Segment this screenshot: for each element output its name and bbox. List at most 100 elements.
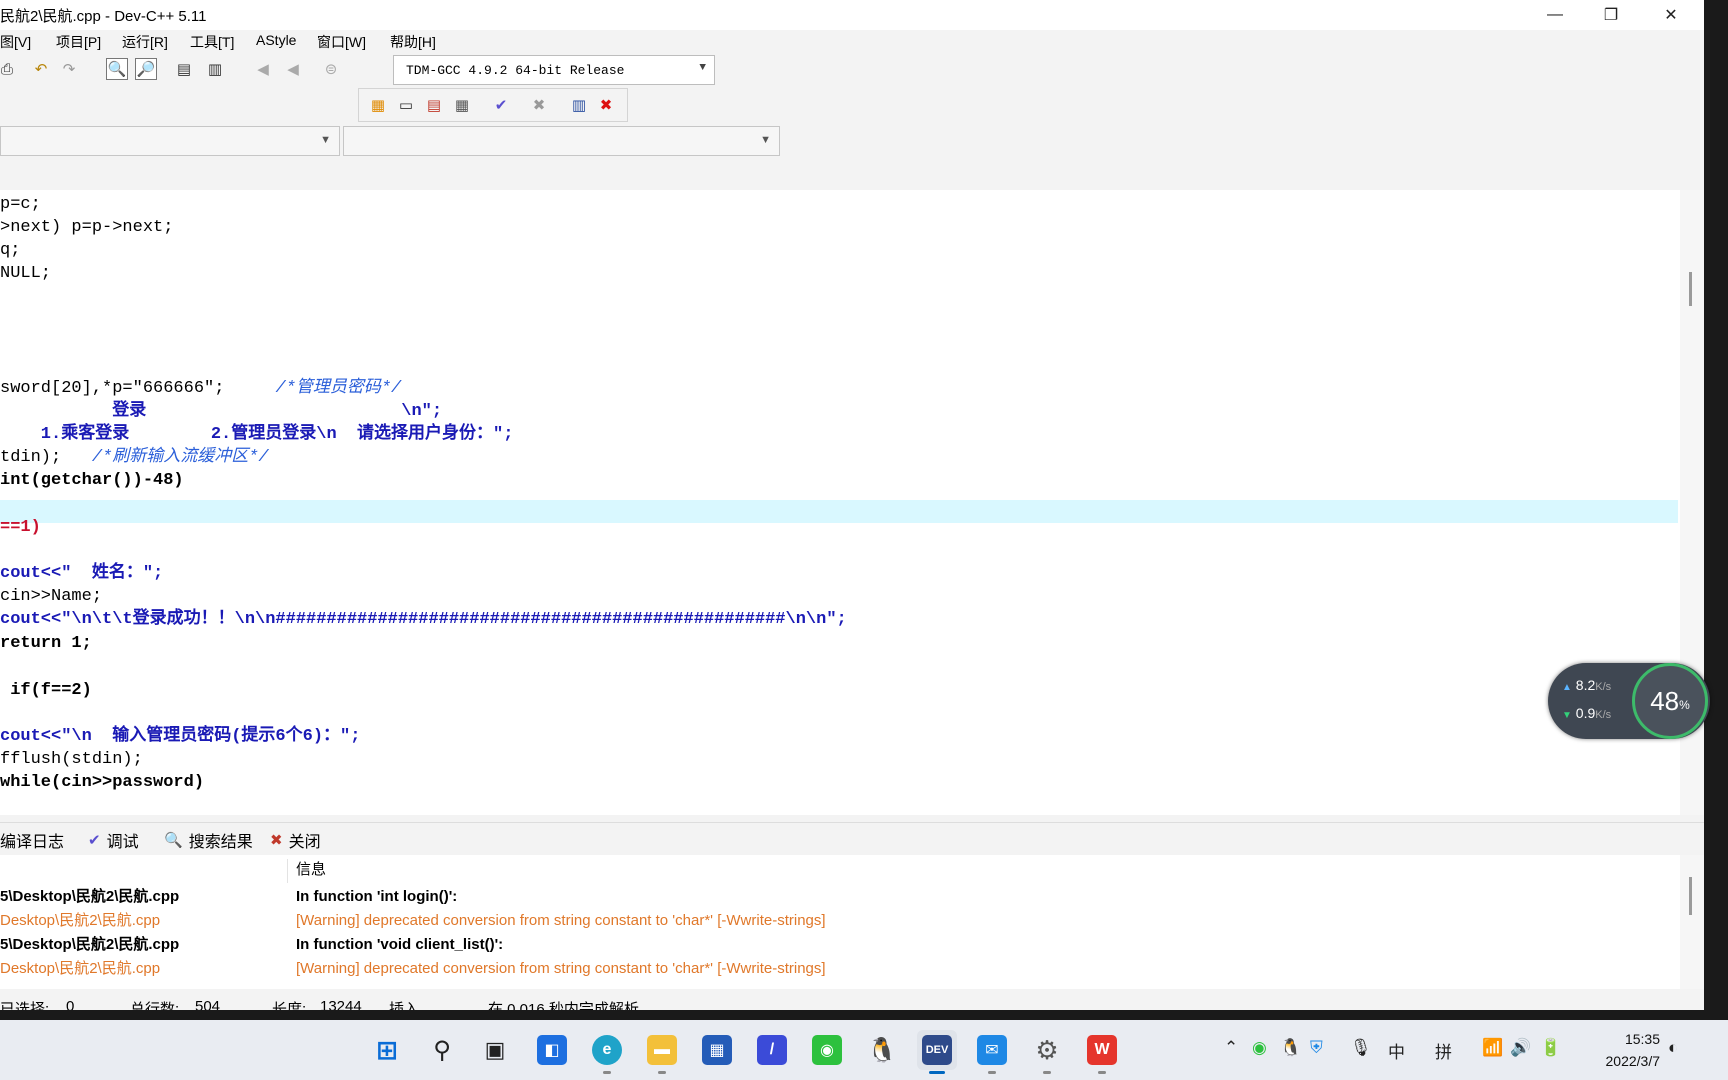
- code-line: sword[20],*p="666666"; /*管理员密码*/: [0, 379, 402, 398]
- menu-astyle[interactable]: AStyle: [256, 32, 296, 48]
- code-line: >next) p=p->next;: [0, 218, 174, 237]
- main-toolbar: ⎙ ↶ ↷ 🔍 🔎 ▤ ▥ ◀ ◀ ⊜: [0, 56, 380, 86]
- menu-view[interactable]: 图[V]: [0, 32, 31, 52]
- menu-run[interactable]: 运行[R]: [122, 32, 168, 52]
- widgets-icon: ◧: [537, 1035, 567, 1065]
- menu-window[interactable]: 窗口[W]: [317, 32, 366, 52]
- print-icon[interactable]: ⎙: [0, 58, 18, 80]
- redo-icon[interactable]: ↷: [58, 58, 80, 80]
- class-browser-select[interactable]: ▼: [0, 126, 340, 156]
- taskbar-task-view[interactable]: ▣: [475, 1030, 515, 1070]
- notification-icon[interactable]: ◐: [1668, 1038, 1678, 1058]
- compile-icon[interactable]: ▦: [367, 94, 389, 116]
- code-line: fflush(stdin);: [0, 750, 143, 769]
- taskbar-wechat[interactable]: ◉: [807, 1030, 847, 1070]
- scroll-thumb[interactable]: [1689, 877, 1692, 915]
- clock-date: 2022/3/7: [1605, 1053, 1661, 1069]
- rebuild-icon[interactable]: ▦: [451, 94, 473, 116]
- code-line: return 1;: [0, 634, 92, 653]
- code-editor[interactable]: p=c; >next) p=p->next; q; NULL; sword[20…: [0, 190, 1680, 815]
- start-button[interactable]: ⊞: [367, 1030, 407, 1070]
- taskbar-widgets[interactable]: ◧: [532, 1030, 572, 1070]
- upload-speed: ▲ 8.2K/s: [1562, 677, 1612, 693]
- status-lines-label: 总行数:: [130, 1001, 180, 1010]
- system-clock[interactable]: 15:35 2022/3/7: [1570, 1028, 1661, 1072]
- store-icon: ▦: [702, 1035, 732, 1065]
- goto-line-icon[interactable]: ⊜: [320, 58, 342, 80]
- battery-icon[interactable]: 🔋: [1540, 1038, 1561, 1058]
- taskbar-editor-app[interactable]: /: [752, 1030, 792, 1070]
- window-title: 民航2\民航.cpp - Dev-C++ 5.11: [0, 8, 207, 25]
- tray-mic-icon[interactable]: 🎙: [1350, 1038, 1372, 1058]
- profile-icon[interactable]: ▥: [568, 94, 590, 116]
- code-line: while(cin>>password): [0, 773, 205, 792]
- taskbar-settings[interactable]: ⚙: [1027, 1030, 1067, 1074]
- tray-ime-pinyin[interactable]: 拼: [1435, 1038, 1452, 1063]
- code-line: tdin); /*刷新输入流缓冲区*/: [0, 448, 269, 467]
- title-bar: 民航2\民航.cpp - Dev-C++ 5.11 — ❐ ✕: [0, 0, 1704, 30]
- tray-security-icon[interactable]: ⛨: [1310, 1038, 1323, 1058]
- taskbar-wps[interactable]: W: [1082, 1030, 1122, 1074]
- taskbar-store[interactable]: ▦: [697, 1030, 737, 1070]
- taskbar-devcpp[interactable]: DEV: [917, 1030, 957, 1074]
- maximize-button[interactable]: ❐: [1583, 0, 1639, 30]
- code-comment: /*刷新输入流缓冲区*/: [91, 448, 269, 467]
- status-bar: 已选择: 0 总行数: 504 长度: 13244 插入 在 0.016 秒内完…: [0, 994, 1704, 1010]
- close-button[interactable]: ✕: [1643, 0, 1699, 30]
- tab-compile-log[interactable]: 编译日志: [0, 828, 64, 852]
- code-line: q;: [0, 241, 21, 260]
- menu-tools[interactable]: 工具[T]: [190, 32, 234, 52]
- tab-debug[interactable]: ✔ 调试: [88, 828, 139, 852]
- tab-close[interactable]: ✖ 关闭: [270, 828, 321, 852]
- menu-help[interactable]: 帮助[H]: [390, 32, 436, 52]
- wechat-icon: ◉: [812, 1035, 842, 1065]
- menu-bar: 图[V] 项目[P] 运行[R] 工具[T] AStyle 窗口[W] 帮助[H…: [0, 30, 1704, 52]
- arrow-up-icon: ▲: [1562, 682, 1572, 693]
- message-row[interactable]: 5\Desktop\民航2\民航.cpp In function 'int log…: [0, 885, 1680, 909]
- bookmark-next-icon[interactable]: ◀: [282, 58, 304, 80]
- tray-overflow-icon[interactable]: ⌃: [1224, 1038, 1238, 1058]
- find-icon[interactable]: 🔍: [106, 58, 128, 80]
- unindent-icon[interactable]: ▥: [204, 58, 226, 80]
- taskbar-search[interactable]: ⚲: [422, 1030, 462, 1070]
- stop-icon[interactable]: ✖: [528, 94, 550, 116]
- taskbar-edge[interactable]: e: [587, 1030, 627, 1074]
- bookmark-prev-icon[interactable]: ◀: [252, 58, 274, 80]
- taskbar-file-explorer[interactable]: ▬: [642, 1030, 682, 1074]
- tray-qq-icon[interactable]: 🐧: [1280, 1038, 1301, 1058]
- taskbar: ⊞ ⚲ ▣ ◧ e ▬ ▦ / ◉ 🐧 DEV ✉ ⚙ W ⌃ ◉ 🐧 ⛨ 🎙 …: [0, 1020, 1728, 1080]
- scroll-thumb[interactable]: [1689, 272, 1692, 306]
- menu-project[interactable]: 项目[P]: [56, 32, 101, 52]
- qq-icon: 🐧: [867, 1036, 897, 1064]
- code-line: if(f==2): [0, 681, 92, 700]
- memory-usage-gauge: 48%: [1632, 663, 1708, 739]
- status-length-label: 长度:: [272, 1001, 307, 1010]
- wifi-icon[interactable]: 📶: [1482, 1038, 1503, 1058]
- delete-profile-icon[interactable]: ✖: [595, 94, 617, 116]
- compiler-select[interactable]: TDM-GCC 4.9.2 64-bit Release ▼: [393, 55, 715, 85]
- network-speed-widget[interactable]: ▲ 8.2K/s ▼ 0.9K/s 48%: [1548, 663, 1710, 739]
- messages-scrollbar[interactable]: [1680, 855, 1704, 989]
- message-row[interactable]: Desktop\民航2\民航.cpp [Warning] deprecated c…: [0, 957, 1680, 981]
- volume-icon[interactable]: 🔊: [1510, 1038, 1531, 1058]
- tray-wechat-icon[interactable]: ◉: [1252, 1038, 1267, 1058]
- indent-icon[interactable]: ▤: [173, 58, 195, 80]
- member-browser-select[interactable]: ▼: [343, 126, 780, 156]
- tab-search-results[interactable]: 🔍 搜索结果: [164, 828, 253, 852]
- undo-icon[interactable]: ↶: [30, 58, 52, 80]
- run-icon[interactable]: ▭: [395, 94, 417, 116]
- compile-toolbar: ▦ ▭ ▤ ▦ ✔ ✖ ▥ ✖: [358, 88, 628, 122]
- current-line-highlight: [0, 500, 1678, 523]
- taskbar-messages[interactable]: ✉: [972, 1030, 1012, 1074]
- taskbar-qq[interactable]: 🐧: [862, 1030, 902, 1070]
- code-line: 登录 \n";: [0, 402, 443, 421]
- code-line: NULL;: [0, 264, 52, 283]
- code-line: cout<<" 姓名：";: [0, 564, 164, 583]
- replace-icon[interactable]: 🔎: [135, 58, 157, 80]
- message-row[interactable]: 5\Desktop\民航2\民航.cpp In function 'void cl…: [0, 933, 1680, 957]
- message-row[interactable]: Desktop\民航2\民航.cpp [Warning] deprecated c…: [0, 909, 1680, 933]
- minimize-button[interactable]: —: [1527, 0, 1583, 30]
- compile-run-icon[interactable]: ▤: [423, 94, 445, 116]
- debug-check-icon[interactable]: ✔: [490, 94, 512, 116]
- tray-ime-mode[interactable]: 中: [1388, 1038, 1405, 1063]
